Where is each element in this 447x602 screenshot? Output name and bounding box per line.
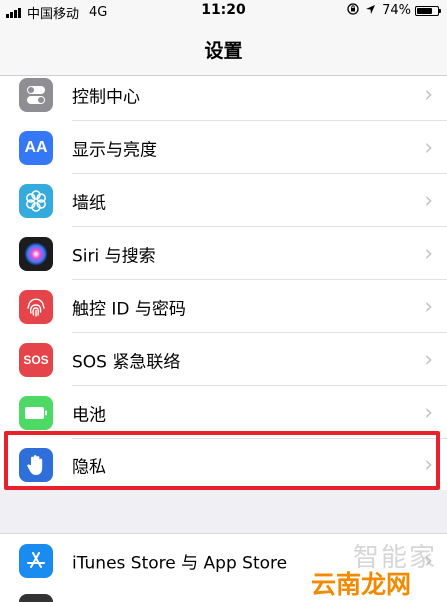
battery-percentage: 74% [382,3,411,18]
battery-settings-icon [19,395,53,430]
control-center-icon [19,77,53,112]
partial-next-row-icon [19,594,53,602]
status-right: 74% [347,3,441,18]
watermark-bottom: 云南龙网 [310,570,411,599]
chevron-right-icon: › [424,400,433,425]
settings-row-touch-id-passcode[interactable]: 触控 ID 与密码 › [0,280,447,333]
location-arrow-icon [365,4,376,18]
settings-row-label: 电池 [72,405,106,425]
settings-group-main: 控制中心 › AA 显示与亮度 › 墙纸 › Siri 与搜索 › 触控 ID … [0,76,447,490]
app-store-icon [19,543,53,578]
rotation-lock-icon [347,3,359,18]
highlight-annotation-box [4,431,440,490]
settings-row-label: 触控 ID 与密码 [72,299,186,319]
settings-row-label: 墙纸 [72,193,106,213]
settings-screen: 中国移动 4G 11:20 74% 设置 控制中心 › AA 显示与亮度 › 墙… [0,0,447,602]
chevron-right-icon: › [424,241,433,266]
chevron-right-icon: › [424,294,433,319]
settings-row-emergency-sos[interactable]: SOS SOS 紧急联络 › [0,333,447,386]
chevron-right-icon: › [424,188,433,213]
settings-row-display-brightness[interactable]: AA 显示与亮度 › [0,121,447,174]
settings-row-label: 控制中心 [72,87,140,107]
display-brightness-icon: AA [19,130,53,165]
settings-row-siri-search[interactable]: Siri 与搜索 › [0,227,447,280]
fingerprint-icon [19,289,53,324]
settings-row-label: iTunes Store 与 App Store [72,553,288,573]
settings-row-label: SOS 紧急联络 [72,352,181,372]
page-title: 设置 [204,40,243,62]
sos-icon-text: SOS [23,352,49,367]
status-bar: 中国移动 4G 11:20 74% [0,0,447,22]
wallpaper-icon [19,183,53,218]
battery-icon [415,5,441,16]
settings-row-wallpaper[interactable]: 墙纸 › [0,174,447,227]
settings-row-control-center[interactable]: 控制中心 › [0,68,447,121]
chevron-right-icon: › [424,135,433,160]
settings-row-label: Siri 与搜索 [72,246,156,266]
settings-row-label: 显示与亮度 [72,140,157,160]
display-icon-text: AA [24,138,48,156]
siri-icon [19,236,53,271]
chevron-right-icon: › [424,347,433,372]
chevron-right-icon: › [424,82,433,107]
sos-icon: SOS [19,342,53,377]
